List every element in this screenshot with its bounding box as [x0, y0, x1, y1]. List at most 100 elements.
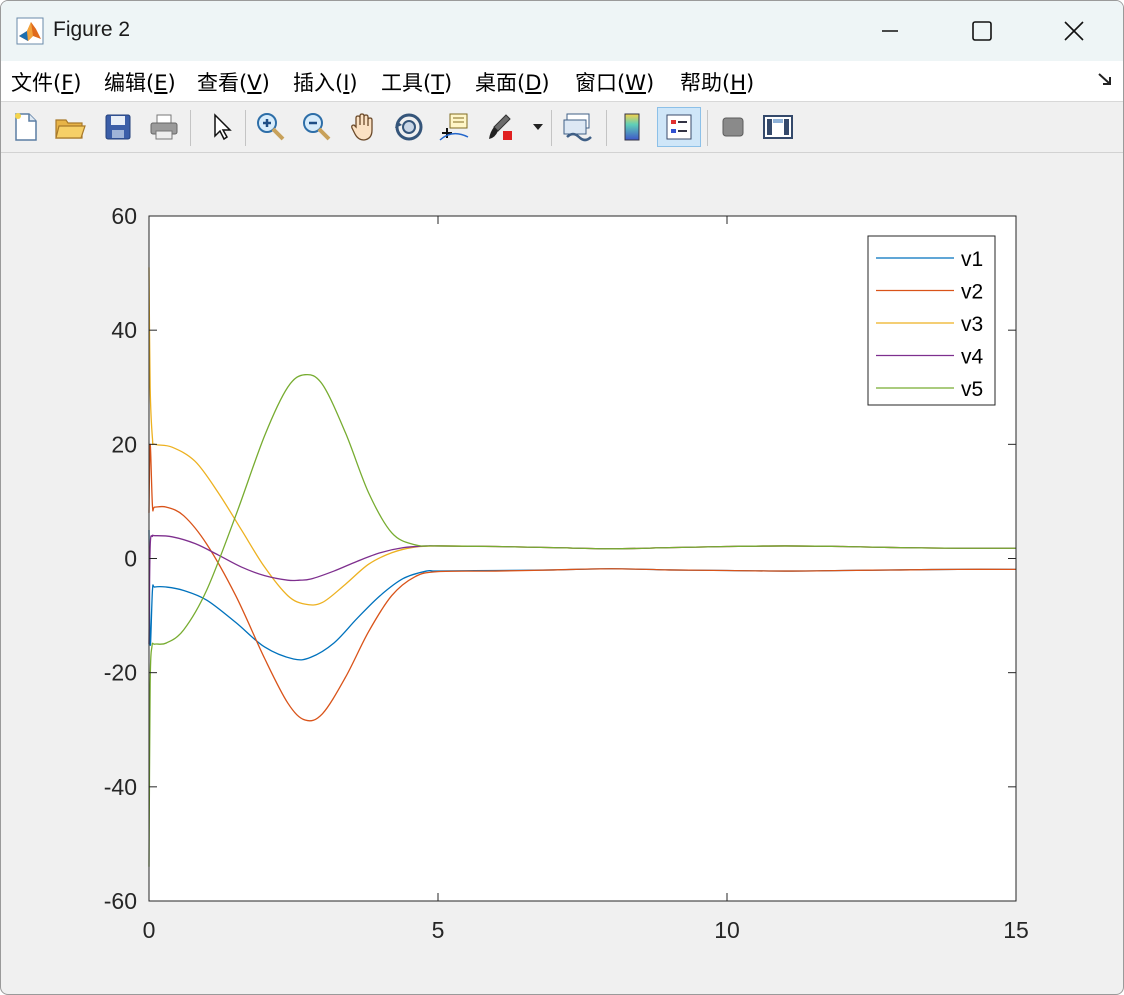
- toolbar-separator: [551, 110, 552, 146]
- menu-tools-key: T: [431, 71, 445, 95]
- menu-desktop-key: D: [525, 71, 542, 95]
- menu-file-label: 文件(: [11, 71, 62, 95]
- close-icon: [1064, 21, 1084, 41]
- save-disk-icon: [105, 114, 131, 140]
- x-tick-label: 0: [143, 917, 156, 943]
- insert-legend-button[interactable]: [657, 107, 701, 147]
- new-file-icon: [15, 113, 37, 141]
- menu-desktop[interactable]: 桌面(D): [475, 67, 550, 97]
- y-tick-label: 0: [124, 546, 137, 572]
- toolbar-separator: [707, 110, 708, 146]
- toolbar-separator: [190, 110, 191, 146]
- maximize-button[interactable]: [959, 11, 1005, 51]
- menu-desktop-close: ): [541, 71, 550, 95]
- menu-file-close: ): [73, 71, 82, 95]
- y-tick-label: 60: [111, 203, 137, 229]
- toolbar-separator: [606, 110, 607, 146]
- menu-window-label: 窗口(: [575, 71, 626, 95]
- menu-help-label: 帮助(: [680, 71, 731, 95]
- new-figure-button[interactable]: [8, 107, 44, 147]
- undock-arrow-icon[interactable]: [1097, 71, 1113, 87]
- menu-edit-key: E: [154, 71, 168, 95]
- legend-label-v2: v2: [961, 281, 983, 304]
- hide-plot-tools-button[interactable]: [715, 107, 751, 147]
- figure-toolbar: [1, 102, 1123, 153]
- menu-help-close: ): [746, 71, 755, 95]
- menu-edit-close: ): [167, 71, 176, 95]
- menu-tools[interactable]: 工具(T): [381, 67, 452, 97]
- open-folder-icon: [55, 119, 86, 139]
- zoom-in-icon: [257, 113, 285, 141]
- brush-dropdown[interactable]: [529, 107, 547, 147]
- pointer-arrow-icon: [214, 113, 232, 141]
- matlab-icon: [16, 17, 44, 45]
- legend-label-v4: v4: [961, 346, 984, 369]
- link-plot-icon: [563, 113, 592, 142]
- show-plot-tools-icon: [763, 115, 793, 139]
- menu-view-close: ): [261, 71, 270, 95]
- printer-icon: [150, 114, 178, 140]
- menu-view-key: V: [247, 71, 262, 95]
- window-title: Figure 2: [53, 18, 131, 41]
- edit-plot-button[interactable]: [203, 107, 239, 147]
- data-cursor-button[interactable]: [436, 107, 472, 147]
- zoom-out-button[interactable]: [299, 107, 335, 147]
- minimize-button[interactable]: [867, 11, 913, 51]
- title-bar: Figure 2: [1, 1, 1123, 61]
- chevron-down-icon: [533, 124, 543, 130]
- menu-file-key: F: [61, 71, 74, 95]
- legend-label-v1: v1: [961, 248, 983, 271]
- figure-window: Figure 2 文件(F) 编辑(E) 查看(V) 插入(I) 工具(T) 桌…: [0, 0, 1124, 995]
- menu-help[interactable]: 帮助(H): [680, 67, 754, 97]
- print-button[interactable]: [146, 107, 182, 147]
- y-tick-label: 20: [111, 431, 137, 457]
- menu-bar: 文件(F) 编辑(E) 查看(V) 插入(I) 工具(T) 桌面(D) 窗口(W…: [1, 61, 1123, 102]
- menu-window-key: W: [625, 71, 646, 95]
- brush-button[interactable]: [485, 107, 521, 147]
- pan-hand-icon: [351, 113, 373, 141]
- maximize-icon: [972, 21, 992, 41]
- brush-icon: [489, 114, 512, 140]
- link-plot-button[interactable]: [560, 107, 596, 147]
- menu-desktop-label: 桌面(: [475, 71, 526, 95]
- close-button[interactable]: [1051, 11, 1097, 51]
- menu-tools-close: ): [444, 71, 453, 95]
- zoom-out-icon: [303, 113, 331, 141]
- y-tick-label: 40: [111, 317, 137, 343]
- y-tick-label: -60: [104, 888, 137, 914]
- insert-colorbar-button[interactable]: [614, 107, 650, 147]
- open-button[interactable]: [52, 107, 88, 147]
- pan-button[interactable]: [345, 107, 381, 147]
- menu-help-key: H: [730, 71, 746, 95]
- menu-view[interactable]: 查看(V): [197, 67, 270, 97]
- menu-file[interactable]: 文件(F): [11, 67, 82, 97]
- y-tick-label: -40: [104, 774, 137, 800]
- legend-label-v3: v3: [961, 313, 983, 336]
- zoom-in-button[interactable]: [253, 107, 289, 147]
- x-tick-label: 5: [432, 917, 445, 943]
- menu-insert[interactable]: 插入(I): [293, 67, 358, 97]
- save-button[interactable]: [100, 107, 136, 147]
- menu-window[interactable]: 窗口(W): [575, 67, 654, 97]
- menu-insert-label: 插入(: [293, 71, 344, 95]
- colorbar-icon: [624, 113, 640, 141]
- legend-label-v5: v5: [961, 378, 983, 401]
- rotate-3d-button[interactable]: [391, 107, 427, 147]
- menu-view-label: 查看(: [197, 71, 248, 95]
- legend-icon: [666, 114, 692, 140]
- show-plot-tools-button[interactable]: [760, 107, 796, 147]
- rotate-3d-icon: [395, 113, 423, 141]
- toolbar-separator: [245, 110, 246, 146]
- menu-edit-label: 编辑(: [104, 71, 155, 95]
- x-tick-label: 10: [714, 917, 740, 943]
- minimize-icon: [882, 30, 898, 32]
- menu-insert-close: ): [349, 71, 358, 95]
- menu-window-close: ): [645, 71, 655, 95]
- y-tick-label: -20: [104, 660, 137, 686]
- hide-plot-tools-icon: [722, 117, 744, 137]
- data-cursor-icon: [439, 113, 469, 141]
- menu-edit[interactable]: 编辑(E): [104, 67, 176, 97]
- legend[interactable]: v1 v2 v3 v4 v5: [867, 235, 996, 406]
- figure-canvas: 0 5 10 15 -60 -40 -20 0 20 40 60 v1 v2 v3 v4 v5: [104, 203, 1029, 943]
- menu-tools-label: 工具(: [381, 71, 432, 95]
